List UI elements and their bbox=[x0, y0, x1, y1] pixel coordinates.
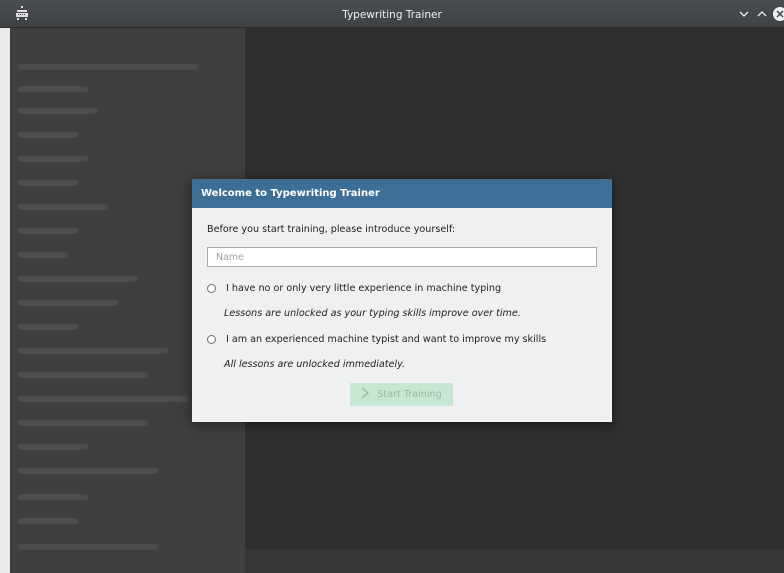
list-item bbox=[18, 156, 88, 162]
list-item bbox=[18, 544, 158, 550]
list-item bbox=[18, 348, 168, 354]
list-item bbox=[18, 64, 198, 70]
list-item bbox=[18, 468, 158, 474]
experienced-option[interactable]: I am an experienced machine typist and w… bbox=[207, 332, 546, 346]
list-item bbox=[18, 324, 78, 330]
maximize-icon[interactable] bbox=[754, 6, 770, 22]
list-item bbox=[18, 228, 78, 234]
intro-text: Before you start training, please introd… bbox=[207, 224, 456, 235]
window-title: Typewriting Trainer bbox=[342, 9, 442, 21]
status-area bbox=[245, 549, 784, 573]
start-training-label: Start Training bbox=[377, 389, 442, 400]
list-item bbox=[18, 276, 138, 282]
close-icon[interactable] bbox=[772, 6, 784, 22]
beginner-option-label: I have no or only very little experience… bbox=[226, 282, 502, 294]
experienced-option-label: I am an experienced machine typist and w… bbox=[226, 333, 547, 345]
beginner-radio[interactable] bbox=[207, 283, 216, 293]
list-item bbox=[18, 204, 108, 210]
list-item bbox=[18, 494, 88, 500]
list-item bbox=[18, 108, 98, 114]
window-edge bbox=[0, 28, 10, 573]
chevron-right-icon bbox=[361, 387, 370, 402]
list-item bbox=[18, 252, 68, 258]
list-item bbox=[18, 180, 78, 186]
start-training-button[interactable]: Start Training bbox=[350, 383, 453, 406]
list-item bbox=[18, 444, 88, 450]
list-item bbox=[18, 420, 148, 426]
beginner-hint: Lessons are unlocked as your typing skil… bbox=[224, 308, 521, 319]
minimize-icon[interactable] bbox=[736, 6, 752, 22]
beginner-option[interactable]: I have no or only very little experience… bbox=[207, 281, 501, 295]
list-item bbox=[18, 86, 88, 92]
window-titlebar[interactable]: Typewriting Trainer bbox=[0, 0, 784, 28]
experienced-hint: All lessons are unlocked immediately. bbox=[224, 359, 406, 370]
list-item bbox=[18, 518, 78, 524]
list-item bbox=[18, 132, 78, 138]
welcome-dialog: Welcome to Typewriting Trainer Before yo… bbox=[192, 179, 612, 422]
experienced-radio[interactable] bbox=[207, 334, 216, 344]
name-input[interactable] bbox=[207, 247, 597, 267]
list-item bbox=[18, 300, 118, 306]
list-item bbox=[18, 396, 188, 402]
list-item bbox=[18, 372, 148, 378]
dialog-title: Welcome to Typewriting Trainer bbox=[192, 179, 612, 208]
